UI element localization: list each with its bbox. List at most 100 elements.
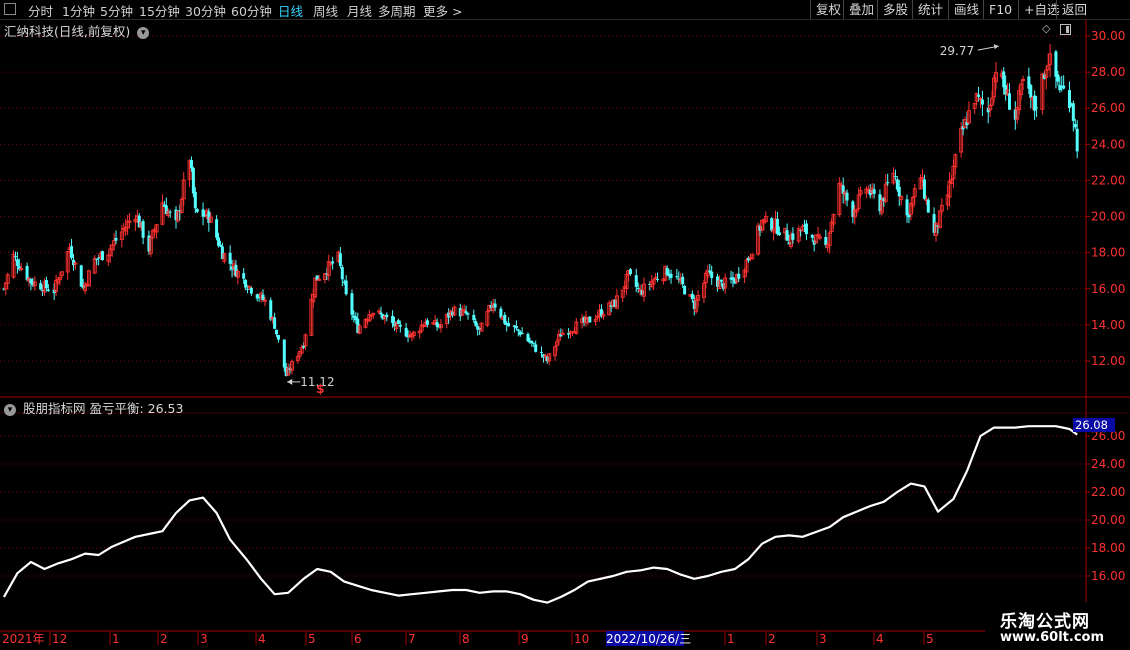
indicator-title-text: 股朋指标网 盈亏平衡: 26.53 — [22, 401, 184, 416]
candle-body — [770, 218, 774, 231]
candle-body — [1035, 107, 1039, 109]
toolbar-button[interactable]: 复权 — [810, 0, 843, 19]
period-tab[interactable]: 1分钟 — [62, 1, 95, 20]
time-tick-label: 8 — [462, 632, 470, 646]
period-tab[interactable]: 月线 — [347, 1, 372, 20]
period-toolbar: 分时 1分钟 5分钟 15分钟 30分钟 60分钟 日线 周线 月线 多周期 更多 > 复权 叠加 多股… — [0, 0, 1130, 20]
chart-area: 12.00 14.00 16.00 18.00 20.00 22.00 24.00 26.00… — [0, 19, 1130, 646]
watermark-title: 乐淘公式网 — [1000, 612, 1090, 632]
price-tick-label: 18.00 — [1091, 246, 1125, 260]
indicator-tick-label: 22.00 — [1091, 485, 1125, 499]
arrow-icon — [993, 44, 999, 50]
toolbar-button[interactable]: 多股 — [877, 0, 912, 19]
candle-body — [338, 253, 342, 266]
candle-body — [514, 326, 518, 329]
time-tick-label: 3 — [200, 632, 208, 646]
period-tab[interactable]: 15分钟 — [139, 1, 180, 20]
time-tick-label: 5 — [926, 632, 934, 646]
period-tab[interactable]: 5分钟 — [100, 1, 133, 20]
candle-body — [100, 251, 104, 261]
candle-body — [520, 333, 524, 335]
price-tick-label: 24.00 — [1091, 137, 1125, 151]
period-tab[interactable]: 日线 — [278, 1, 303, 20]
period-tab[interactable]: 多周期 — [378, 1, 416, 20]
candle-body — [516, 329, 520, 331]
time-tick-label: 12 — [52, 632, 67, 646]
price-axis: 12.00 14.00 16.00 18.00 20.00 22.00 24.00 26.00… — [1086, 29, 1125, 583]
toolbar-button[interactable]: F10 — [983, 0, 1018, 19]
candle-body — [464, 311, 468, 314]
candle-body — [775, 218, 779, 234]
candle-body — [1029, 85, 1033, 98]
candle-body — [636, 288, 640, 290]
candle-body — [886, 182, 890, 184]
time-tick-label: 5 — [308, 632, 316, 646]
toolbar-button[interactable]: 统计 — [912, 0, 948, 19]
candle-body — [980, 99, 984, 105]
candlestick-series — [2, 44, 1079, 377]
candle-body — [39, 283, 43, 290]
period-tab[interactable]: 周线 — [313, 1, 338, 20]
candle-body — [1033, 95, 1037, 111]
price-tick-label: 22.00 — [1091, 173, 1125, 187]
time-axis: 2021年 12 1 2 3 4 5 6 7 8 9 10 2022/10/26/三 1 2 3 4 5 — [2, 631, 934, 646]
candle-body — [1075, 128, 1079, 152]
candle-body — [683, 286, 687, 295]
candle-body — [350, 293, 354, 315]
candle-body — [499, 308, 503, 318]
candle-body — [44, 279, 48, 289]
time-tick-label: 6 — [354, 632, 362, 646]
candle-body — [114, 237, 118, 241]
stock-title[interactable]: 汇纳科技(日线,前复权) ▾ — [4, 21, 150, 40]
candle-body — [95, 258, 99, 260]
candle-body — [507, 323, 511, 327]
candle-body — [540, 351, 543, 353]
period-tab[interactable]: 60分钟 — [231, 1, 272, 20]
indicator-title[interactable]: ▾ 股朋指标网 盈亏平衡: 26.53 — [4, 398, 183, 417]
candle-body — [97, 257, 101, 259]
stock-title-text: 汇纳科技(日线,前复权) — [4, 24, 131, 39]
candle-body — [141, 221, 145, 238]
candle-body — [331, 261, 335, 264]
candle-body — [1008, 93, 1012, 110]
price-tick-label: 12.00 — [1091, 354, 1125, 368]
candle-body — [1056, 74, 1060, 82]
time-tick-label: 2 — [768, 632, 776, 646]
candle-body — [922, 179, 926, 199]
candle-body — [340, 267, 344, 280]
price-tick-label: 14.00 — [1091, 318, 1125, 332]
chevron-down-icon[interactable]: ▾ — [137, 26, 150, 39]
period-tab[interactable]: 更多 > — [423, 1, 462, 20]
period-tab[interactable]: 30分钟 — [185, 1, 226, 20]
layout-toggle-icon[interactable] — [1060, 24, 1071, 35]
candle-body — [1062, 85, 1066, 89]
candle-body — [1002, 71, 1006, 88]
indicator-tick-label: 24.00 — [1091, 457, 1125, 471]
candle-body — [526, 333, 530, 342]
period-tab[interactable]: 分时 — [28, 1, 53, 20]
toolbar-button[interactable]: 返回 — [1056, 0, 1090, 19]
candle-body — [977, 94, 981, 97]
annotations: 29.7711.12$ — [287, 44, 999, 396]
candle-body — [472, 314, 476, 321]
window-icon[interactable] — [4, 3, 16, 15]
candle-body — [261, 294, 265, 300]
toolbar-button[interactable]: +自选 — [1018, 0, 1059, 19]
candle-body — [46, 289, 50, 292]
chevron-down-icon[interactable]: ▾ — [4, 403, 16, 416]
price-tick-label: 20.00 — [1091, 210, 1125, 224]
toolbar-button[interactable]: 画线 — [948, 0, 983, 19]
candle-body — [681, 276, 685, 285]
high-price-label: 29.77 — [940, 44, 974, 58]
price-tick-label: 28.00 — [1091, 65, 1125, 79]
time-tick-label: 3 — [819, 632, 827, 646]
candle-body — [195, 208, 199, 212]
candle-body — [193, 191, 197, 209]
candle-body — [690, 293, 694, 300]
time-tick-label: 2021年 — [2, 632, 45, 646]
toolbar-button[interactable]: 叠加 — [843, 0, 877, 19]
candle-body — [926, 199, 930, 213]
candle-body — [474, 321, 478, 326]
diamond-icon[interactable]: ◇ — [1042, 22, 1050, 35]
candle-body — [1073, 123, 1077, 128]
